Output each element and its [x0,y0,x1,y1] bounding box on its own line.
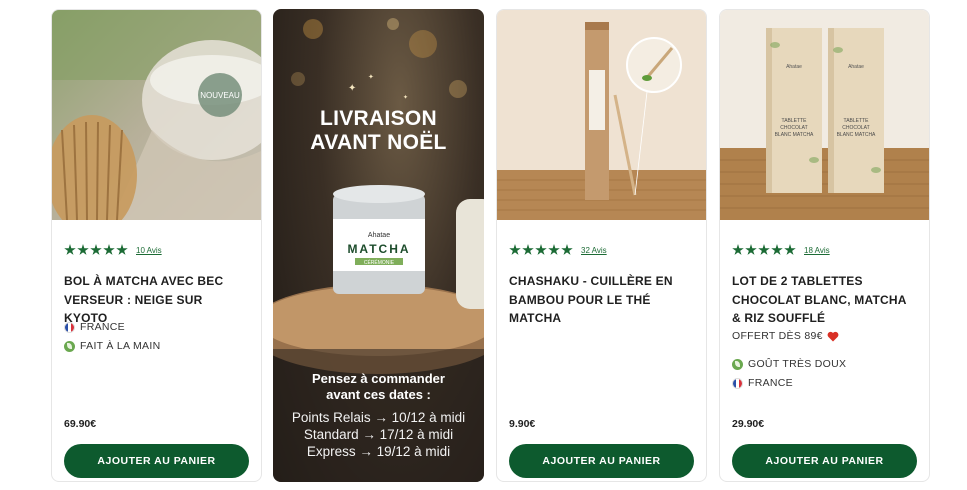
price: 29.90€ [732,418,765,430]
promo-delivery-dates: Points Relais → 10/12 à midi Standard → … [291,410,466,459]
add-to-cart-button[interactable]: AJOUTER AU PANIER [509,444,694,478]
attribute-handmade: FAIT À LA MAIN [64,340,160,352]
heart-icon [827,331,839,341]
price: 69.90€ [64,418,97,430]
promo-banner-christmas[interactable]: ✦ ✦ ✦ Ahatae MATCHA CÉRÉMONIE LIVRAISON … [273,9,484,482]
price: 9.90€ [509,418,536,430]
svg-text:TABLETTE: TABLETTE [844,118,870,124]
svg-text:CHOCOLAT: CHOCOLAT [780,125,807,131]
attribute-origin: FRANCE [64,321,125,333]
stars-icon [64,244,128,256]
rating: 18 Avis [732,243,830,257]
svg-text:BLANC MATCHA: BLANC MATCHA [837,132,876,138]
attribute-origin: FRANCE [732,377,793,389]
reviews-link[interactable]: 10 Avis [136,246,162,255]
france-flag-icon [732,377,743,389]
rating: 32 Avis [509,243,607,257]
france-flag-icon [64,321,75,333]
new-badge: NOUVEAU [200,91,240,100]
svg-text:Ahatae: Ahatae [368,232,390,239]
product-image-matcha-bowl[interactable]: NOUVEAU [52,10,261,220]
product-card-matcha-bowl[interactable]: NOUVEAU 10 Avis BOL À MATCHA AVEC BEC VE… [51,9,262,482]
svg-text:✦: ✦ [403,94,408,101]
svg-text:Ahatae: Ahatae [848,64,864,70]
reviews-link[interactable]: 32 Avis [581,246,607,255]
product-title[interactable]: CHASHAKU - CUILLÈRE EN BAMBOU POUR LE TH… [509,272,694,328]
product-image-chocolate[interactable]: Ahatae Ahatae TABLETTE CHOCOLAT BLANC MATC… [720,10,929,220]
svg-text:CÉRÉMONIE: CÉRÉMONIE [364,259,395,266]
add-to-cart-button[interactable]: AJOUTER AU PANIER [64,444,249,478]
svg-text:✦: ✦ [368,73,374,81]
svg-text:MATCHA: MATCHA [347,242,410,256]
product-card-chashaku[interactable]: 32 Avis CHASHAKU - CUILLÈRE EN BAMBOU PO… [496,9,707,482]
offer-text: OFFERT DÈS 89€ [732,330,839,342]
stars-icon [732,244,796,256]
stars-icon [509,244,573,256]
promo-subtitle: Pensez à commander avant ces dates : [312,371,445,402]
attribute-taste: GOÛT TRÈS DOUX [732,358,846,370]
reviews-link[interactable]: 18 Avis [804,246,830,255]
product-title[interactable]: LOT DE 2 TABLETTES CHOCOLAT BLANC, MATCH… [732,272,917,328]
product-image-chashaku[interactable] [497,10,706,220]
svg-text:Ahatae: Ahatae [786,64,802,70]
svg-text:✦: ✦ [348,83,356,94]
leaf-icon [732,358,743,370]
svg-text:TABLETTE: TABLETTE [782,118,808,124]
leaf-icon [64,340,75,352]
rating: 10 Avis [64,243,162,257]
product-card-chocolate[interactable]: Ahatae Ahatae TABLETTE CHOCOLAT BLANC MATC… [719,9,930,482]
svg-text:CHOCOLAT: CHOCOLAT [842,125,869,131]
svg-text:BLANC MATCHA: BLANC MATCHA [775,132,814,138]
promo-title: LIVRAISON AVANT NOËL [310,107,447,154]
add-to-cart-button[interactable]: AJOUTER AU PANIER [732,444,917,478]
product-title[interactable]: BOL À MATCHA AVEC BEC VERSEUR : NEIGE SU… [64,272,249,328]
